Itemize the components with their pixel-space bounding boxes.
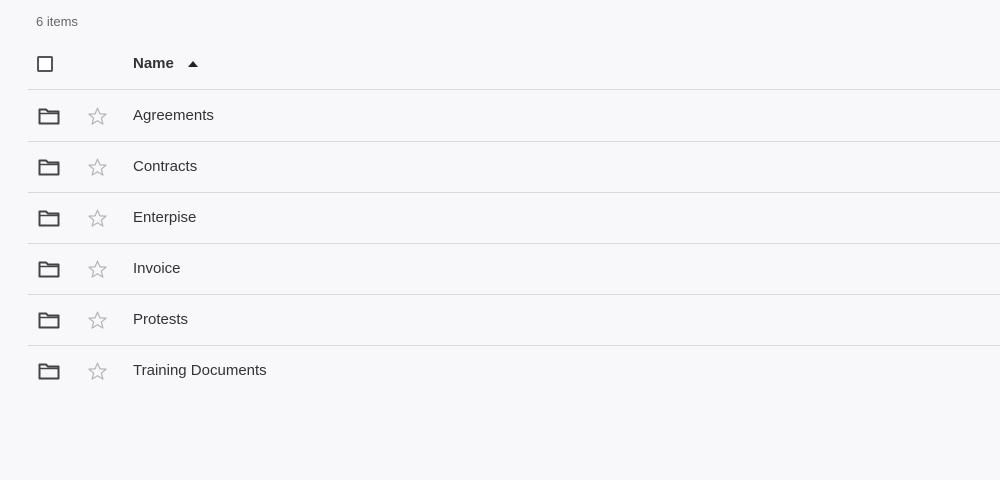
list-item[interactable]: Enterpise [28, 193, 1000, 244]
star-icon[interactable] [87, 106, 108, 127]
list-header: Name [28, 40, 1000, 90]
star-icon[interactable] [87, 157, 108, 178]
file-list-page: 6 items Name Agreements Contracts Enterp… [0, 0, 1000, 480]
item-count: 6 items [36, 14, 78, 29]
list-item[interactable]: Invoice [28, 244, 1000, 295]
folder-icon [38, 159, 60, 176]
select-all-checkbox[interactable] [37, 56, 53, 72]
sort-ascending-icon [187, 60, 198, 67]
folder-icon [38, 363, 60, 380]
star-icon[interactable] [87, 259, 108, 280]
folder-name[interactable]: Training Documents [133, 362, 267, 379]
folder-name[interactable]: Protests [133, 311, 188, 328]
star-icon[interactable] [87, 361, 108, 382]
name-column-label: Name [133, 55, 174, 72]
star-icon[interactable] [87, 310, 108, 331]
folder-name[interactable]: Contracts [133, 158, 197, 175]
folder-icon [38, 312, 60, 329]
star-icon[interactable] [87, 208, 108, 229]
folder-name[interactable]: Agreements [133, 107, 214, 124]
list-item[interactable]: Contracts [28, 142, 1000, 193]
folder-name[interactable]: Enterpise [133, 209, 196, 226]
folder-icon [38, 261, 60, 278]
folder-name[interactable]: Invoice [133, 260, 181, 277]
list-item[interactable]: Training Documents [28, 346, 1000, 397]
list-item[interactable]: Agreements [28, 91, 1000, 142]
folder-list: Agreements Contracts Enterpise Invoice P… [28, 91, 1000, 397]
folder-icon [38, 108, 60, 125]
folder-icon [38, 210, 60, 227]
list-item[interactable]: Protests [28, 295, 1000, 346]
name-column-header[interactable]: Name [133, 55, 198, 72]
